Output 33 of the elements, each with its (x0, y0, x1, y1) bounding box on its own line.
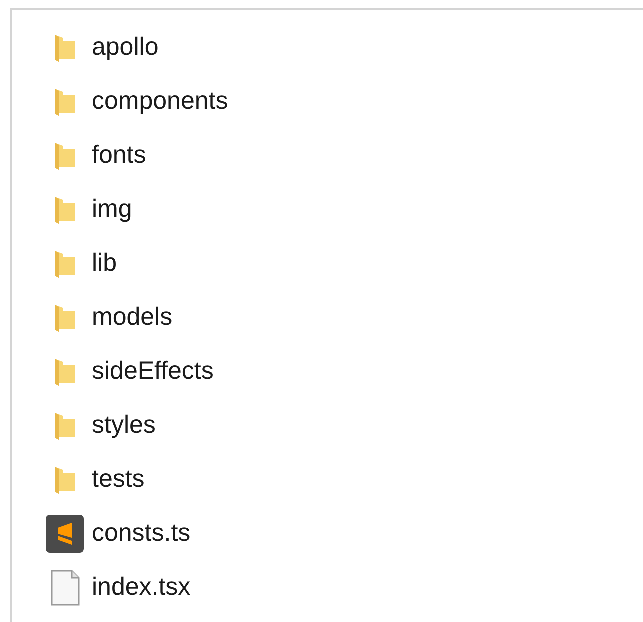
file-list-item[interactable]: apollo (40, 21, 340, 75)
file-list-item[interactable]: index.tsx (40, 561, 340, 615)
file-name: models (92, 302, 173, 334)
file-list-item[interactable]: components (40, 75, 340, 129)
file-name: styles (92, 410, 156, 442)
folder-icon (53, 357, 77, 387)
file-name: sideEffects (92, 356, 214, 388)
file-list-item[interactable]: img (40, 183, 340, 237)
folder-icon (53, 87, 77, 117)
folder-icon (53, 411, 77, 441)
file-list-item[interactable]: tests (40, 453, 340, 507)
folder-icon (53, 465, 77, 495)
file-name: tests (92, 464, 145, 496)
file-list-item[interactable]: lib (40, 237, 340, 291)
folder-icon (53, 141, 77, 171)
file-list-item[interactable]: fonts (40, 129, 340, 183)
file-name: fonts (92, 140, 146, 172)
editor-icon (45, 514, 85, 554)
file-name: img (92, 194, 132, 226)
folder-icon (53, 303, 77, 333)
file-name: apollo (92, 32, 159, 64)
file-name: components (92, 86, 228, 118)
file-list-item[interactable]: models (40, 291, 340, 345)
file-name: lib (92, 248, 118, 280)
file-icon (50, 570, 80, 606)
file-name: consts.ts (92, 518, 191, 550)
folder-icon (53, 249, 77, 279)
folder-icon (53, 33, 77, 63)
file-list-item[interactable]: sideEffects (40, 345, 340, 399)
file-list-item[interactable]: styles (40, 399, 340, 453)
folder-icon (53, 195, 77, 225)
file-list-item[interactable]: consts.ts (40, 507, 340, 561)
file-name: index.tsx (92, 572, 191, 604)
